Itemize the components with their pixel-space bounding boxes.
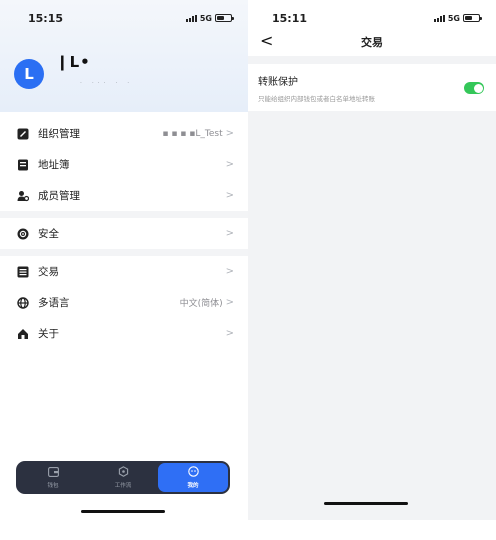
menu-item-label: 多语言: [38, 297, 70, 309]
status-time: 15:15: [28, 11, 64, 25]
profile-screen: 15:15 5G L ❙L• · ··· · · 组织管理 ▪ ▪ ▪ ▪L_T…: [0, 0, 248, 540]
chevron-right-icon: >: [225, 297, 234, 308]
chevron-right-icon: >: [225, 328, 234, 339]
menu-item-value: ▪ ▪ ▪ ▪L_Test: [162, 128, 223, 139]
menu-item-label: 组织管理: [38, 128, 80, 140]
transaction-settings-screen: 15:11 5G < 交易 转账保护 只能给组织内部钱包或者白名单地址转账: [248, 0, 496, 520]
transfer-protection-toggle[interactable]: [464, 82, 484, 94]
setting-title: 转账保护: [258, 77, 298, 88]
menu-item-label: 安全: [38, 228, 59, 240]
chevron-right-icon: >: [225, 190, 234, 201]
workflow-icon: [118, 466, 129, 479]
tab-workflow[interactable]: 工作流: [88, 463, 158, 492]
menu-item-label: 关于: [38, 328, 59, 340]
page-title: 交易: [361, 36, 383, 49]
battery-icon: [463, 14, 482, 22]
avatar[interactable]: L: [14, 59, 44, 89]
section-divider: [0, 211, 248, 218]
menu-item-language[interactable]: 多语言 中文(简体) >: [0, 287, 248, 318]
status-bar: 15:11 5G: [248, 0, 496, 36]
menu-item-transaction[interactable]: 交易 >: [0, 256, 248, 287]
menu-item-address-book[interactable]: 地址簿 >: [0, 149, 248, 180]
members-icon: [16, 189, 29, 202]
about-icon: [16, 327, 29, 340]
status-indicators: 5G: [185, 13, 234, 23]
settings-menu: 组织管理 ▪ ▪ ▪ ▪L_Test > 地址簿 > 成员管理 > 安全 > 交…: [0, 118, 248, 349]
chevron-right-icon: >: [225, 159, 234, 170]
profile-icon: [187, 466, 199, 479]
chevron-right-icon: >: [225, 266, 234, 277]
tab-profile[interactable]: 我的: [158, 463, 228, 492]
menu-item-label: 地址簿: [38, 159, 70, 171]
menu-item-label: 交易: [38, 266, 59, 278]
tab-label: 钱包: [47, 482, 59, 489]
wallet-icon: [47, 466, 59, 479]
menu-item-value: 中文(简体): [179, 299, 223, 309]
signal-icon: [433, 14, 445, 22]
chevron-right-icon: >: [225, 128, 234, 139]
menu-item-label: 成员管理: [38, 190, 80, 202]
home-indicator: [324, 502, 408, 505]
transaction-icon: [16, 265, 29, 278]
network-label: 5G: [447, 13, 460, 23]
status-bar: 15:15 5G: [0, 0, 248, 36]
network-label: 5G: [199, 13, 212, 23]
battery-icon: [215, 14, 234, 22]
setting-description: 只能给组织内部钱包或者白名单地址转账: [258, 95, 375, 103]
signal-icon: [185, 14, 197, 22]
section-divider: [0, 249, 248, 256]
tab-wallet[interactable]: 钱包: [18, 463, 88, 492]
security-icon: [16, 227, 29, 240]
menu-item-organization[interactable]: 组织管理 ▪ ▪ ▪ ▪L_Test >: [0, 118, 248, 149]
language-icon: [16, 296, 29, 309]
menu-item-security[interactable]: 安全 >: [0, 218, 248, 249]
transfer-protection-setting: 转账保护 只能给组织内部钱包或者白名单地址转账: [248, 64, 496, 111]
user-id: · ··· · ·: [80, 80, 134, 87]
tab-label: 我的: [187, 483, 199, 489]
status-indicators: 5G: [433, 13, 482, 23]
menu-item-members[interactable]: 成员管理 >: [0, 180, 248, 211]
bottom-tab-bar: 钱包 工作流 我的: [16, 461, 230, 494]
home-indicator: [81, 510, 165, 513]
address-book-icon: [16, 158, 29, 171]
tab-label: 工作流: [114, 483, 132, 489]
avatar-letter: L: [24, 65, 34, 83]
menu-item-about[interactable]: 关于 >: [0, 318, 248, 349]
organization-icon: [16, 127, 29, 140]
status-time: 15:11: [272, 11, 308, 25]
chevron-right-icon: >: [225, 228, 234, 239]
user-name: ❙L•: [56, 53, 91, 71]
